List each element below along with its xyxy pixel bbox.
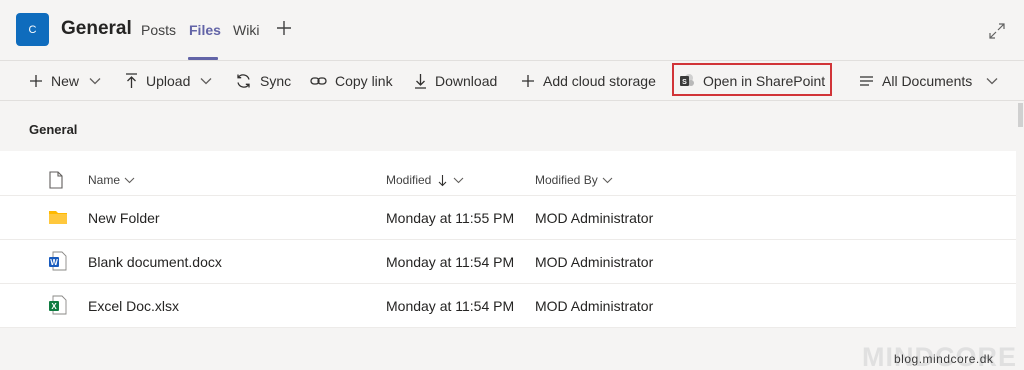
breadcrumb[interactable]: General — [29, 122, 77, 137]
column-header-modified-by-label: Modified By — [535, 173, 598, 187]
sharepoint-highlight-box — [672, 63, 832, 96]
link-icon — [310, 77, 327, 85]
files-toolbar: New Upload Sync Copy link Download Add c… — [0, 60, 1024, 101]
tab-wiki[interactable]: Wiki — [233, 22, 259, 38]
file-list: Name Modified Modified By New Folder Mon… — [0, 151, 1016, 328]
chevron-down-icon — [124, 177, 135, 183]
copy-link-button[interactable]: Copy link — [310, 61, 393, 101]
channel-title: General — [61, 18, 132, 39]
file-modified-by: MOD Administrator — [535, 298, 654, 314]
column-header-modified[interactable]: Modified — [386, 173, 464, 187]
upload-icon — [126, 73, 137, 88]
file-name[interactable]: Blank document.docx — [88, 254, 222, 270]
add-cloud-storage-label: Add cloud storage — [543, 73, 656, 89]
upload-button[interactable]: Upload — [125, 61, 212, 101]
sync-button-label: Sync — [260, 73, 292, 89]
download-icon — [415, 74, 426, 89]
word-doc-icon: W — [48, 251, 68, 276]
add-tab-icon[interactable] — [274, 18, 294, 38]
folder-icon — [48, 209, 68, 230]
sync-icon — [237, 74, 250, 88]
channel-header: C General Posts Files Wiki — [0, 0, 1024, 60]
file-name[interactable]: Excel Doc.xlsx — [88, 298, 179, 314]
watermark-url: blog.mindcore.dk — [894, 352, 994, 366]
view-selector[interactable]: All Documents — [859, 61, 998, 101]
column-header-modified-label: Modified — [386, 173, 432, 187]
download-button[interactable]: Download — [414, 61, 497, 101]
list-header: Name Modified Modified By — [0, 151, 1016, 196]
upload-button-label: Upload — [146, 73, 191, 89]
file-modified-by: MOD Administrator — [535, 210, 654, 226]
file-modified-by: MOD Administrator — [535, 254, 654, 270]
table-row[interactable]: New Folder Monday at 11:55 PM MOD Admini… — [0, 196, 1016, 240]
team-avatar[interactable]: C — [16, 13, 49, 46]
sort-descending-icon — [438, 174, 447, 186]
svg-text:W: W — [50, 258, 58, 267]
column-header-name[interactable]: Name — [88, 173, 135, 187]
new-button-label: New — [51, 73, 80, 89]
plus-icon — [522, 75, 534, 87]
download-button-label: Download — [435, 73, 498, 89]
table-row[interactable]: W Blank document.docx Monday at 11:54 PM… — [0, 240, 1016, 284]
list-view-icon — [860, 76, 873, 86]
file-name[interactable]: New Folder — [88, 210, 160, 226]
excel-doc-icon: X — [48, 295, 68, 320]
chevron-down-icon — [602, 177, 613, 183]
sync-button[interactable]: Sync — [235, 61, 291, 101]
plus-icon — [30, 75, 42, 87]
vertical-scrollbar[interactable] — [1017, 101, 1024, 370]
column-header-name-label: Name — [88, 173, 121, 187]
expand-icon[interactable] — [988, 22, 1006, 40]
file-modified: Monday at 11:54 PM — [386, 298, 515, 314]
chevron-down-icon — [200, 78, 212, 85]
chevron-down-icon — [89, 78, 101, 85]
svg-text:X: X — [51, 302, 57, 311]
copy-link-button-label: Copy link — [335, 73, 393, 89]
table-row[interactable]: X Excel Doc.xlsx Monday at 11:54 PM MOD … — [0, 284, 1016, 328]
file-modified: Monday at 11:55 PM — [386, 210, 515, 226]
tab-files[interactable]: Files — [189, 22, 221, 38]
new-button[interactable]: New — [29, 61, 101, 101]
chevron-down-icon — [986, 78, 998, 85]
column-header-modified-by[interactable]: Modified By — [535, 173, 613, 187]
add-cloud-storage-button[interactable]: Add cloud storage — [521, 61, 656, 101]
tab-posts[interactable]: Posts — [141, 22, 176, 38]
view-selector-label: All Documents — [882, 73, 973, 89]
file-modified: Monday at 11:54 PM — [386, 254, 515, 270]
file-type-column-icon[interactable] — [48, 171, 64, 194]
chevron-down-icon — [453, 177, 464, 183]
